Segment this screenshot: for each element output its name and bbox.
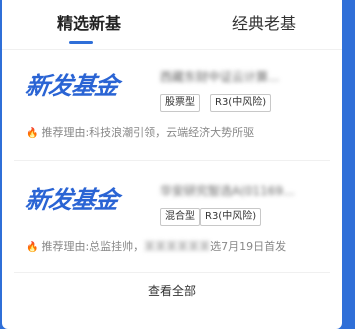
fund-type-tag: 混合型 <box>160 208 200 226</box>
fund-item[interactable]: 新发基金 西藏东财中证云计算... 股票型 R3(中风险) 🔥 推荐理由:科技浪潮… <box>14 66 330 146</box>
view-all-link[interactable]: 查看全部 <box>2 282 342 300</box>
active-tab-indicator <box>69 41 93 44</box>
tab-classic-funds[interactable]: 经典老基 <box>232 13 296 35</box>
new-fund-card: 精选新基 经典老基 新发基金 西藏东财中证云计算... 股票型 R3(中风险) … <box>2 0 342 329</box>
tab-new-funds[interactable]: 精选新基 <box>57 13 121 35</box>
blurred-text: 某某某某某某 <box>144 240 211 253</box>
risk-level-tag: R3(中风险) <box>210 94 272 112</box>
new-fund-logo: 新发基金 <box>23 186 120 214</box>
fund-name: 华安研究智选A(01169... <box>160 184 295 198</box>
fund-type-tag: 股票型 <box>160 94 200 112</box>
fund-item[interactable]: 新发基金 华安研究智选A(01169... 混合型 R3(中风险) 🔥 推荐理由:… <box>14 180 330 260</box>
fund-tabs: 精选新基 经典老基 <box>2 0 342 50</box>
recommend-reason: 🔥 推荐理由:总监挂帅，某某某某某某选7月19日首发 <box>26 240 287 253</box>
flame-icon: 🔥 <box>26 242 39 253</box>
risk-level-tag: R3(中风险) <box>200 208 262 226</box>
divider <box>14 272 330 273</box>
flame-icon: 🔥 <box>26 128 39 139</box>
divider <box>14 160 330 161</box>
fund-name: 西藏东财中证云计算... <box>160 70 280 84</box>
recommend-reason: 🔥 推荐理由:科技浪潮引领，云端经济大势所驱 <box>26 126 255 139</box>
new-fund-logo: 新发基金 <box>23 72 120 100</box>
